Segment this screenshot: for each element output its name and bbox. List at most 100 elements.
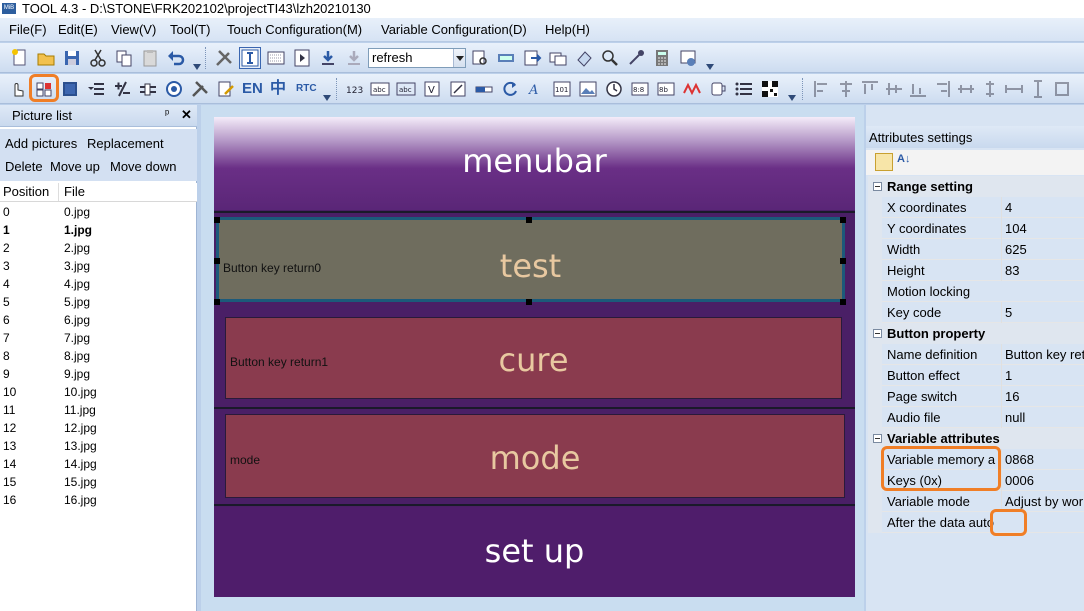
- key-code-value[interactable]: 5: [1001, 302, 1084, 323]
- cup-icon[interactable]: [708, 79, 728, 99]
- art-text-icon[interactable]: A: [526, 79, 546, 99]
- picture-list-row[interactable]: 6 6.jpg: [0, 311, 197, 329]
- collapse-icon[interactable]: [873, 434, 882, 443]
- picture-list-row[interactable]: 12 12.jpg: [0, 419, 197, 437]
- menu-variable-configuration[interactable]: Variable Configuration(D): [381, 21, 527, 39]
- list-select-icon[interactable]: [86, 79, 106, 99]
- page-select[interactable]: refresh: [368, 48, 466, 68]
- categorized-view-icon[interactable]: [875, 153, 893, 171]
- language-zh-button[interactable]: 中: [270, 79, 290, 99]
- audio-file-value[interactable]: null: [1001, 407, 1084, 428]
- slider-icon[interactable]: [138, 79, 158, 99]
- width-value[interactable]: 625: [1001, 239, 1084, 260]
- category-button-property[interactable]: Button property: [868, 323, 1084, 344]
- name-value[interactable]: Button key ret: [1001, 344, 1084, 365]
- toolbar-overflow-icon[interactable]: [788, 95, 796, 101]
- rotary-icon[interactable]: [164, 79, 184, 99]
- hand-pointer-icon[interactable]: [8, 79, 28, 99]
- picture-list-row[interactable]: 13 13.jpg: [0, 437, 197, 455]
- picture-list-row[interactable]: 1 1.jpg: [0, 221, 197, 239]
- resize-handle[interactable]: [840, 299, 846, 305]
- text-box-icon[interactable]: abc: [370, 79, 390, 99]
- qr-code-icon[interactable]: [760, 79, 780, 99]
- button-effect-value[interactable]: 1: [1001, 365, 1084, 386]
- category-range-setting[interactable]: Range setting: [868, 176, 1084, 197]
- resize-handle[interactable]: [214, 299, 220, 305]
- clock-icon[interactable]: [604, 79, 624, 99]
- cut-icon[interactable]: [88, 48, 108, 68]
- keys-value[interactable]: 0006: [1001, 470, 1084, 491]
- resize-handle[interactable]: [526, 299, 532, 305]
- waveform-icon[interactable]: [682, 79, 702, 99]
- keyboard-icon[interactable]: [266, 48, 286, 68]
- picture-list-row[interactable]: 0 0.jpg: [0, 203, 197, 221]
- cure-button[interactable]: Button key return1 cure: [225, 317, 842, 399]
- find-icon[interactable]: [470, 48, 490, 68]
- x-value[interactable]: 4: [1001, 197, 1084, 218]
- settings-icon[interactable]: [678, 48, 698, 68]
- toolbar-overflow-icon[interactable]: [193, 64, 201, 70]
- variable-memory-value[interactable]: 0868: [1001, 449, 1084, 470]
- sort-az-icon[interactable]: A↓: [897, 153, 910, 165]
- text-cursor-icon[interactable]: [239, 47, 261, 69]
- calculator-icon[interactable]: [652, 48, 672, 68]
- move-up-button[interactable]: Move up: [50, 157, 100, 177]
- paste-icon[interactable]: [140, 48, 160, 68]
- undo-icon[interactable]: [166, 48, 186, 68]
- toolbar-overflow-icon[interactable]: [706, 64, 714, 70]
- eraser-icon[interactable]: [574, 48, 594, 68]
- delete-button[interactable]: Delete: [5, 157, 43, 177]
- data-icon[interactable]: 101: [552, 79, 572, 99]
- color-picker-icon[interactable]: [626, 48, 646, 68]
- save-icon[interactable]: [62, 48, 82, 68]
- y-value[interactable]: 104: [1001, 218, 1084, 239]
- text-field-icon[interactable]: abc: [396, 79, 416, 99]
- resize-icon[interactable]: [448, 79, 468, 99]
- move-down-button[interactable]: Move down: [110, 157, 176, 177]
- column-position[interactable]: Position: [3, 184, 49, 199]
- toolbar-overflow-icon[interactable]: [323, 95, 331, 101]
- picture-list-row[interactable]: 7 7.jpg: [0, 329, 197, 347]
- pin-icon[interactable]: ᵖ: [165, 108, 169, 120]
- height-value[interactable]: 83: [1001, 260, 1084, 281]
- memory-icon[interactable]: 8b: [656, 79, 676, 99]
- device-icon[interactable]: [496, 48, 516, 68]
- picture-list-row[interactable]: 16 16.jpg: [0, 491, 197, 509]
- resize-handle[interactable]: [214, 258, 220, 264]
- list-icon[interactable]: [734, 79, 754, 99]
- magnifier-icon[interactable]: [600, 48, 620, 68]
- play-page-icon[interactable]: [292, 48, 312, 68]
- number-input-icon[interactable]: 123: [346, 79, 366, 99]
- collapse-icon[interactable]: [873, 182, 882, 191]
- picture-list-row[interactable]: 5 5.jpg: [0, 293, 197, 311]
- wrench-icon[interactable]: [190, 79, 210, 99]
- new-file-icon[interactable]: [10, 48, 30, 68]
- resize-handle[interactable]: [840, 258, 846, 264]
- add-pictures-button[interactable]: Add pictures: [5, 134, 77, 154]
- picture-list-row[interactable]: 15 15.jpg: [0, 473, 197, 491]
- menu-touch-configuration[interactable]: Touch Configuration(M): [227, 21, 362, 39]
- download-icon[interactable]: [318, 48, 338, 68]
- variable-text-icon[interactable]: V: [422, 79, 442, 99]
- language-en-button[interactable]: EN: [242, 79, 266, 99]
- picture-list-row[interactable]: 11 11.jpg: [0, 401, 197, 419]
- menu-help[interactable]: Help(H): [545, 21, 590, 39]
- picture-list-row[interactable]: 4 4.jpg: [0, 275, 197, 293]
- menu-edit[interactable]: Edit(E): [58, 21, 98, 39]
- digit-display-icon[interactable]: 8:8: [630, 79, 650, 99]
- edit-form-icon[interactable]: [216, 79, 236, 99]
- chevron-down-icon[interactable]: [453, 49, 465, 67]
- picture-list-row[interactable]: 10 10.jpg: [0, 383, 197, 401]
- increment-icon[interactable]: [112, 79, 132, 99]
- test-button[interactable]: Button key return0 test: [216, 217, 845, 302]
- picture-list-row[interactable]: 3 3.jpg: [0, 257, 197, 275]
- collapse-icon[interactable]: [873, 329, 882, 338]
- page-switch-value[interactable]: 16: [1001, 386, 1084, 407]
- windows-icon[interactable]: [548, 48, 568, 68]
- image-icon[interactable]: [578, 79, 598, 99]
- picture-list-row[interactable]: 9 9.jpg: [0, 365, 197, 383]
- setup-button[interactable]: set up: [214, 507, 855, 597]
- mode-button[interactable]: mode mode: [225, 414, 845, 498]
- column-file[interactable]: File: [64, 184, 85, 199]
- tools-icon[interactable]: [214, 48, 234, 68]
